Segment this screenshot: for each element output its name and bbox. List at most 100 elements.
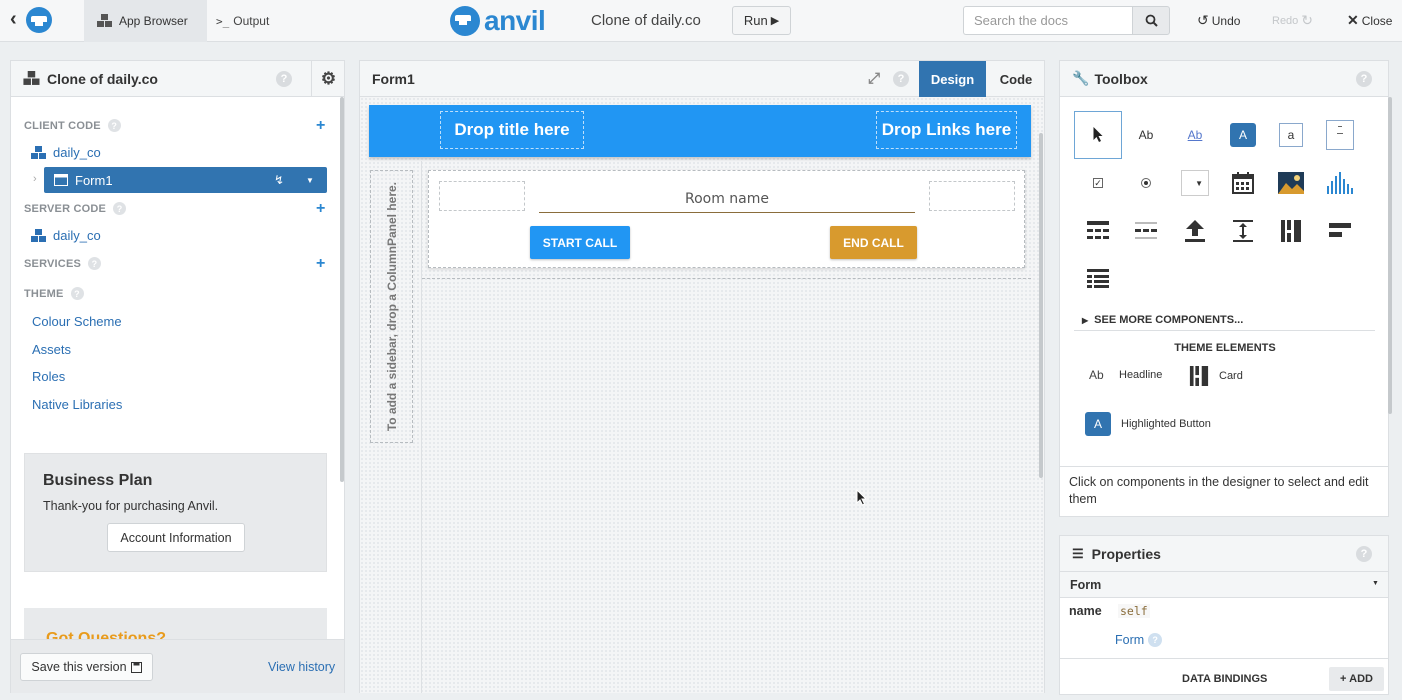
tool-pointer[interactable] [1074, 111, 1122, 159]
redo-icon: ↻ [1301, 12, 1314, 28]
tool-file-loader[interactable] [1171, 207, 1219, 255]
help-icon[interactable]: ? [893, 71, 909, 87]
tool-rich-text[interactable] [1074, 255, 1122, 303]
tab-app-browser-label: App Browser [119, 14, 188, 28]
help-icon[interactable]: ? [113, 202, 127, 215]
end-call-button[interactable]: END CALL [830, 226, 917, 259]
theme-element-card[interactable]: Card [1189, 366, 1243, 386]
help-icon[interactable]: ? [1148, 633, 1163, 647]
help-icon[interactable]: ? [107, 119, 121, 132]
undo-button[interactable]: ↺ Undo [1197, 12, 1240, 29]
help-icon[interactable]: ? [70, 287, 84, 300]
tool-textbox[interactable]: a [1267, 111, 1315, 159]
tool-button[interactable]: A [1219, 111, 1267, 159]
tool-label[interactable]: Ab [1122, 111, 1170, 159]
textbox-icon: a [1279, 123, 1303, 147]
tool-spacer[interactable] [1219, 207, 1267, 255]
prop-name-value[interactable]: self [1118, 604, 1150, 618]
tool-radio[interactable] [1122, 159, 1170, 207]
add-binding-button[interactable]: + ADD [1329, 667, 1384, 691]
tab-code[interactable]: Code [986, 61, 1046, 97]
tool-checkbox[interactable]: ✓ [1074, 159, 1122, 207]
client-code-text: CLIENT CODE [24, 119, 101, 132]
highlighted-button-icon: A [1085, 412, 1111, 436]
theme-text: THEME [24, 287, 64, 300]
form-docs-link[interactable]: Form ? [1115, 633, 1163, 647]
run-button[interactable]: Run ▶ [732, 6, 791, 35]
tool-dropdown[interactable]: ▼ [1171, 159, 1219, 207]
caret-down-icon[interactable]: ▼ [306, 176, 314, 185]
lightning-icon[interactable]: ↯ [274, 173, 284, 187]
close-button[interactable]: ✕ Close [1347, 12, 1392, 29]
tool-plot[interactable] [1316, 159, 1364, 207]
add-server-code-button[interactable]: + [316, 200, 325, 218]
search-button[interactable] [1132, 6, 1170, 35]
server-module-daily-co[interactable]: daily_co [31, 228, 101, 243]
placeholder-slot-left[interactable] [439, 181, 525, 211]
drop-links-slot[interactable]: Drop Links here [876, 111, 1017, 149]
room-name-input[interactable]: Room name [539, 183, 915, 213]
label-icon: Ab [1138, 128, 1154, 142]
room-card[interactable]: Room name START CALL END CALL [428, 170, 1025, 268]
data-bindings-label: DATA BINDINGS [1182, 673, 1268, 685]
form-designer-header: Form1 ⤢ ? Design Code [360, 61, 1044, 97]
app-browser-title: Clone of daily.co [47, 70, 158, 87]
tab-app-browser[interactable]: App Browser [84, 0, 207, 42]
highlighted-button-label: Highlighted Button [1121, 418, 1211, 430]
design-canvas[interactable]: Drop title here Drop Links here To add a… [360, 97, 1044, 693]
add-client-code-button[interactable]: + [316, 117, 325, 135]
tool-textarea[interactable] [1316, 111, 1364, 159]
tool-image[interactable] [1267, 159, 1315, 207]
search-docs-input[interactable] [963, 6, 1132, 35]
tool-datepicker[interactable] [1219, 159, 1267, 207]
tab-output-label: Output [233, 14, 270, 28]
tab-output[interactable]: >_ Output [216, 0, 269, 42]
tool-data-grid[interactable] [1074, 207, 1122, 255]
help-icon[interactable]: ? [276, 71, 292, 87]
redo-button[interactable]: Redo ↻ [1272, 12, 1313, 29]
anvil-logo-icon [26, 7, 52, 33]
tool-repeating-panel[interactable] [1122, 207, 1170, 255]
tool-link[interactable]: Ab [1171, 111, 1219, 159]
drop-title-slot[interactable]: Drop title here [440, 111, 584, 149]
sidebar-drop-zone[interactable]: To add a sidebar, drop a ColumnPanel her… [370, 170, 413, 443]
tab-design[interactable]: Design [919, 61, 986, 97]
tool-column-panel[interactable] [1267, 207, 1315, 255]
drop-zone-line [422, 278, 1031, 279]
scrollbar[interactable] [1388, 97, 1392, 414]
back-to-apps-button[interactable]: ‹ [10, 6, 58, 36]
add-service-button[interactable]: + [316, 255, 325, 273]
theme-link-colour-scheme[interactable]: Colour Scheme [32, 314, 122, 329]
anvil-logo-icon [450, 6, 480, 36]
tool-flow-panel[interactable] [1316, 207, 1364, 255]
gear-icon[interactable]: ⚙ [311, 61, 345, 96]
form-title-bar[interactable]: Drop title here Drop Links here [369, 105, 1031, 157]
start-call-button[interactable]: START CALL [530, 226, 630, 259]
client-module-daily-co[interactable]: daily_co [31, 145, 101, 160]
scrollbar[interactable] [1039, 133, 1043, 478]
toolbox-header: 🔧 Toolbox ? [1060, 61, 1388, 97]
bar-chart-icon [1327, 172, 1353, 194]
theme-link-native-libraries[interactable]: Native Libraries [32, 397, 122, 412]
theme-element-highlighted-button[interactable]: A Highlighted Button [1085, 412, 1211, 436]
caret-right-icon: ▶ [1082, 315, 1089, 325]
placeholder-slot-right[interactable] [929, 181, 1015, 211]
plan-title: Business Plan [43, 472, 153, 489]
account-information-button[interactable]: Account Information [107, 523, 245, 552]
client-code-label: CLIENT CODE ? [24, 119, 121, 132]
theme-link-assets[interactable]: Assets [32, 342, 71, 357]
theme-element-headline[interactable]: Ab Headline [1089, 368, 1162, 382]
save-version-button[interactable]: Save this version [20, 653, 153, 681]
expand-icon[interactable]: ⤢ [868, 70, 880, 87]
flow-panel-icon [1329, 223, 1351, 237]
help-icon[interactable]: ? [1356, 546, 1372, 562]
help-icon[interactable]: ? [88, 257, 102, 270]
help-icon[interactable]: ? [1356, 71, 1372, 87]
component-select[interactable]: Form ▼ [1060, 572, 1388, 598]
view-history-link[interactable]: View history [268, 660, 335, 674]
see-more-components-link[interactable]: ▶ SEE MORE COMPONENTS... [1082, 314, 1243, 326]
chevron-right-icon[interactable]: › [33, 173, 37, 185]
theme-link-roles[interactable]: Roles [32, 369, 65, 384]
scrollbar[interactable] [340, 97, 344, 482]
sidebar-item-form1[interactable]: Form1 ↯ ▼ [44, 167, 327, 193]
